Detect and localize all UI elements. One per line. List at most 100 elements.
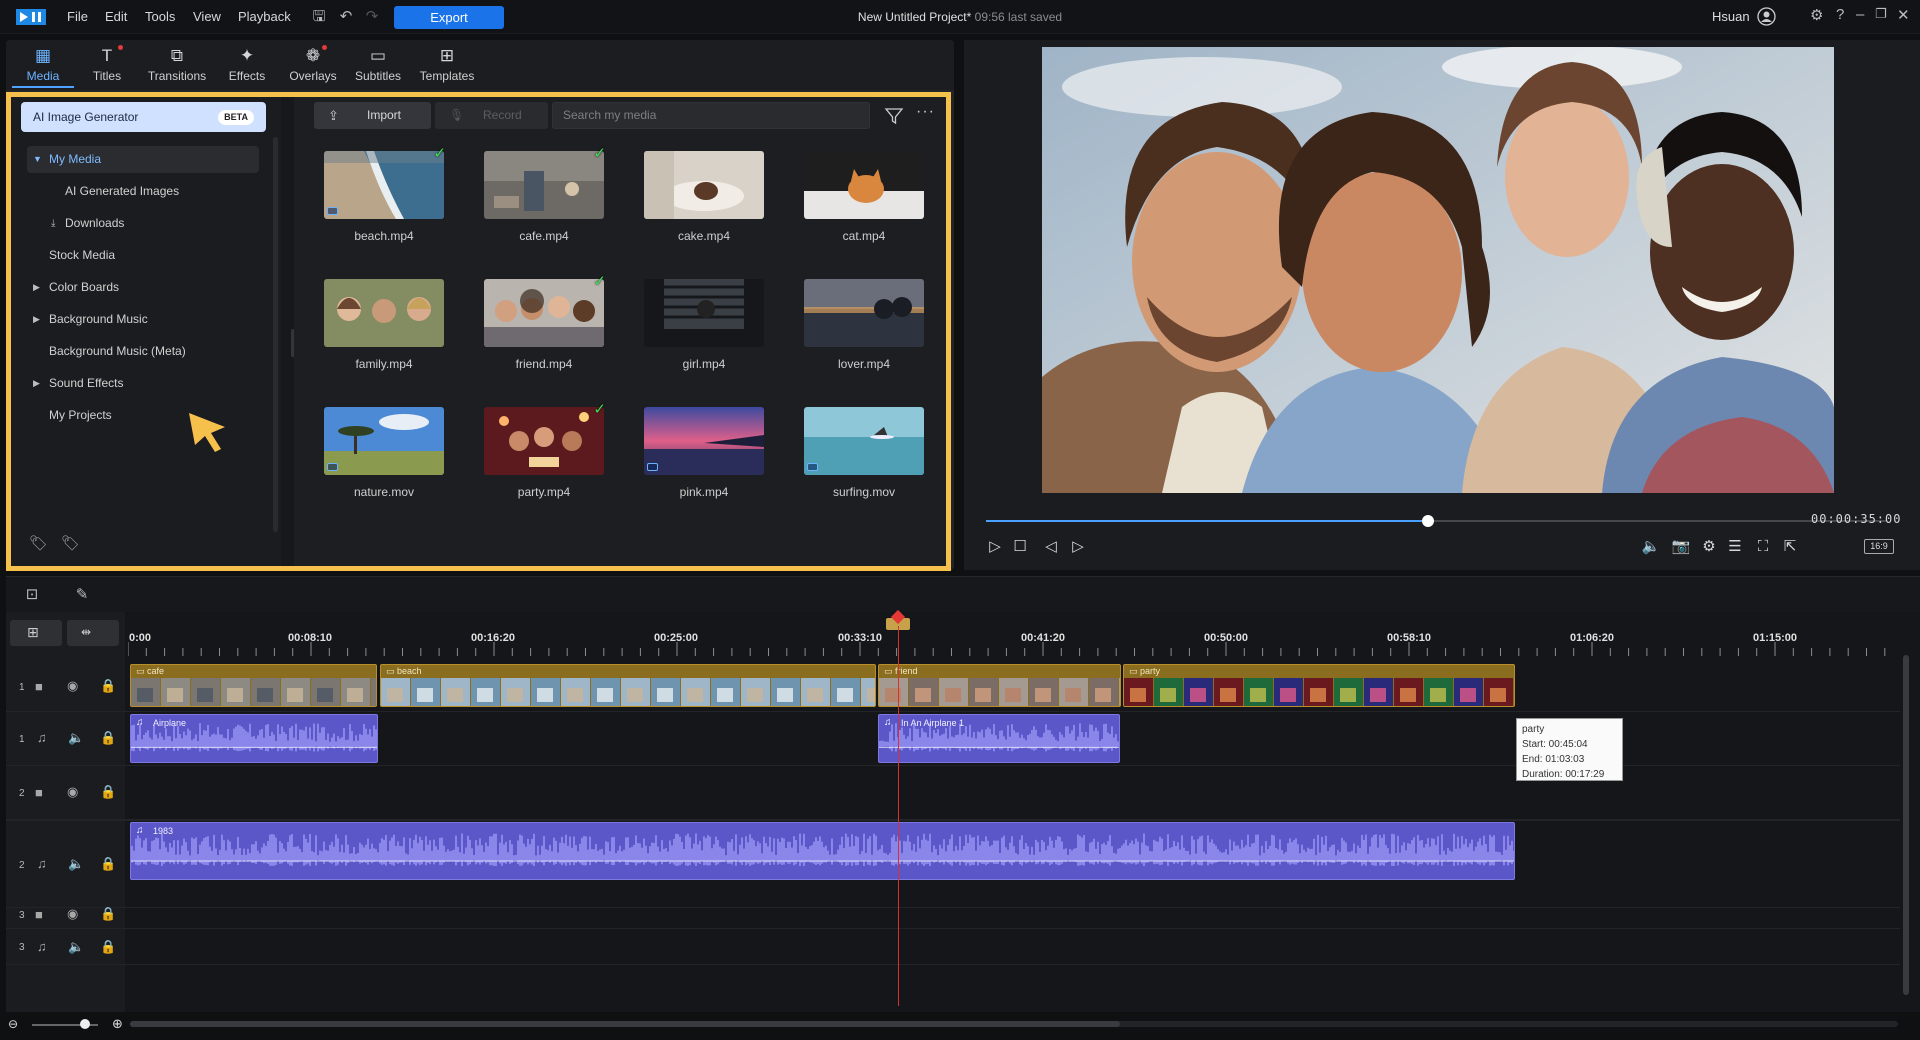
- track-manager-icon[interactable]: ⊡: [20, 583, 44, 607]
- stop-icon[interactable]: ☐: [1009, 536, 1031, 558]
- export-button[interactable]: Export: [394, 6, 504, 29]
- next-frame-icon[interactable]: ▷: [1067, 536, 1089, 558]
- menu-file[interactable]: File: [67, 9, 88, 24]
- lock-icon[interactable]: 🔒: [100, 856, 116, 872]
- tree-item-background-music[interactable]: ▶ Background Music: [27, 306, 259, 333]
- user-name[interactable]: Hsuan: [1712, 9, 1750, 24]
- tree-item-my-media[interactable]: ▼ My Media: [27, 146, 259, 173]
- tree-item-label: Sound Effects: [49, 376, 124, 390]
- undo-icon[interactable]: ↶: [337, 8, 355, 26]
- audio-clip-airplane[interactable]: ♫ Airplane: [130, 714, 378, 763]
- tab-templates[interactable]: ⊞ Templates: [413, 40, 481, 88]
- video-clip-friend[interactable]: ▭ friend: [878, 664, 1121, 707]
- lock-icon[interactable]: 🔒: [100, 906, 116, 922]
- add-tag-icon[interactable]: 🏷: [29, 534, 49, 554]
- menu-edit[interactable]: Edit: [105, 9, 127, 24]
- zoom-out-icon[interactable]: ⊖: [8, 1017, 18, 1031]
- zoom-in-icon[interactable]: ⊕: [112, 1016, 123, 1032]
- undock-preview-icon[interactable]: ⇱: [1779, 536, 1801, 558]
- previous-frame-icon[interactable]: ◁: [1040, 536, 1062, 558]
- lock-icon[interactable]: 🔒: [100, 730, 116, 746]
- tree-item-color-boards[interactable]: ▶ Color Boards: [27, 274, 259, 301]
- visibility-eye-icon[interactable]: ◉: [67, 678, 78, 694]
- tree-item-stock-media[interactable]: Stock Media: [27, 242, 259, 269]
- media-item-beach[interactable]: ✓ beach.mp4: [314, 143, 446, 263]
- tab-effects[interactable]: ✦ Effects: [216, 40, 278, 88]
- subtitles-toggle-icon[interactable]: ☰: [1724, 536, 1746, 558]
- lock-icon[interactable]: 🔒: [100, 678, 116, 694]
- preview-scrubber-handle[interactable]: [1422, 515, 1434, 527]
- volume-icon[interactable]: 🔈: [1640, 536, 1662, 558]
- media-item-friend[interactable]: ✓ friend.mp4: [474, 271, 606, 391]
- edit-pen-icon[interactable]: ✎: [70, 583, 94, 607]
- media-pane: ⇪ Import 🎙 Record Search my media ··· ✓ …: [294, 97, 946, 566]
- close-icon[interactable]: ✕: [1897, 6, 1910, 24]
- timeline-ruler[interactable]: 0:00 00:08:10 00:16:20 00:25:00 00:33:10…: [128, 612, 1894, 660]
- snapshot-icon[interactable]: 📷: [1670, 536, 1692, 558]
- tree-item-background-music-meta[interactable]: Background Music (Meta): [27, 338, 259, 365]
- filter-icon[interactable]: [884, 106, 904, 126]
- settings-icon[interactable]: ⚙: [1810, 6, 1823, 24]
- menu-view[interactable]: View: [193, 9, 221, 24]
- video-clip-cafe[interactable]: ▭ cafe: [130, 664, 377, 707]
- remove-tag-icon[interactable]: 🏷: [61, 534, 81, 554]
- tab-transitions[interactable]: ⧉ Transitions: [146, 40, 208, 88]
- tab-overlays[interactable]: ❁ Overlays: [282, 40, 344, 88]
- lock-icon[interactable]: 🔒: [100, 784, 116, 800]
- media-name: friend.mp4: [515, 357, 573, 371]
- audio-clip-in-an-airplane[interactable]: ♫ In An Airplane 1: [878, 714, 1120, 763]
- tab-media[interactable]: ▦ Media: [12, 40, 74, 88]
- menu-playback[interactable]: Playback: [238, 9, 291, 24]
- preview-quality-icon[interactable]: ⚙: [1698, 536, 1720, 558]
- tab-titles[interactable]: T Titles: [76, 40, 138, 88]
- video-clip-party[interactable]: ▭ party: [1123, 664, 1515, 707]
- tree-item-ai-generated-images[interactable]: AI Generated Images: [27, 178, 259, 205]
- ai-image-generator-button[interactable]: AI Image Generator BETA: [21, 102, 266, 132]
- timeline-horizontal-scrollbar[interactable]: [130, 1021, 1120, 1027]
- account-icon[interactable]: [1757, 7, 1776, 26]
- mute-speaker-icon[interactable]: 🔈: [68, 730, 84, 746]
- tree-item-downloads[interactable]: ⤓ Downloads: [27, 210, 259, 237]
- zoom-slider-handle[interactable]: [80, 1019, 90, 1029]
- help-icon[interactable]: ?: [1836, 6, 1844, 23]
- tree-scrollbar[interactable]: [273, 137, 278, 532]
- video-clip-beach[interactable]: ▭ beach: [380, 664, 876, 707]
- media-item-party[interactable]: ✓ party.mp4: [474, 399, 606, 519]
- zoom-preview-icon[interactable]: ⛶: [1752, 536, 1774, 558]
- filmstrip-frame-detail: [537, 688, 553, 702]
- subtitles-icon: ▭: [369, 46, 387, 65]
- media-item-family[interactable]: family.mp4: [314, 271, 444, 391]
- search-input[interactable]: Search my media: [552, 102, 870, 129]
- fit-timeline-button[interactable]: ⇹: [67, 620, 119, 646]
- import-button[interactable]: ⇪ Import: [314, 102, 431, 129]
- tab-subtitles[interactable]: ▭ Subtitles: [347, 40, 409, 88]
- media-item-surfing[interactable]: surfing.mov: [794, 399, 924, 519]
- in-use-check-icon: ✓: [593, 401, 606, 418]
- media-item-lover[interactable]: lover.mp4: [794, 271, 924, 391]
- media-item-cake[interactable]: cake.mp4: [634, 143, 764, 263]
- timeline-vertical-scrollbar[interactable]: [1903, 655, 1909, 995]
- minimize-icon[interactable]: –: [1856, 6, 1864, 23]
- more-options-icon[interactable]: ···: [916, 103, 935, 121]
- mute-speaker-icon[interactable]: 🔈: [68, 856, 84, 872]
- mute-speaker-icon[interactable]: 🔈: [68, 939, 84, 955]
- audio-clip-1983[interactable]: ♫ 1983: [130, 822, 1515, 880]
- playhead-line: [898, 626, 899, 1006]
- visibility-eye-icon[interactable]: ◉: [67, 906, 78, 922]
- restore-icon[interactable]: ❐: [1875, 6, 1887, 22]
- lock-icon[interactable]: 🔒: [100, 939, 116, 955]
- tree-item-sound-effects[interactable]: ▶ Sound Effects: [27, 370, 259, 397]
- add-track-button[interactable]: ⊞: [10, 620, 62, 646]
- save-icon[interactable]: 🖫: [310, 8, 328, 26]
- aspect-ratio-button[interactable]: 16:9: [1864, 539, 1894, 554]
- redo-icon[interactable]: ↷: [363, 8, 381, 26]
- media-item-pink[interactable]: pink.mp4: [634, 399, 764, 519]
- record-button[interactable]: 🎙 Record: [435, 102, 548, 129]
- menu-tools[interactable]: Tools: [145, 9, 175, 24]
- media-item-cat[interactable]: cat.mp4: [794, 143, 924, 263]
- media-item-girl[interactable]: girl.mp4: [634, 271, 764, 391]
- play-icon[interactable]: ▷: [984, 536, 1006, 558]
- media-item-nature[interactable]: nature.mov: [314, 399, 444, 519]
- media-item-cafe[interactable]: ✓ cafe.mp4: [474, 143, 606, 263]
- visibility-eye-icon[interactable]: ◉: [67, 784, 78, 800]
